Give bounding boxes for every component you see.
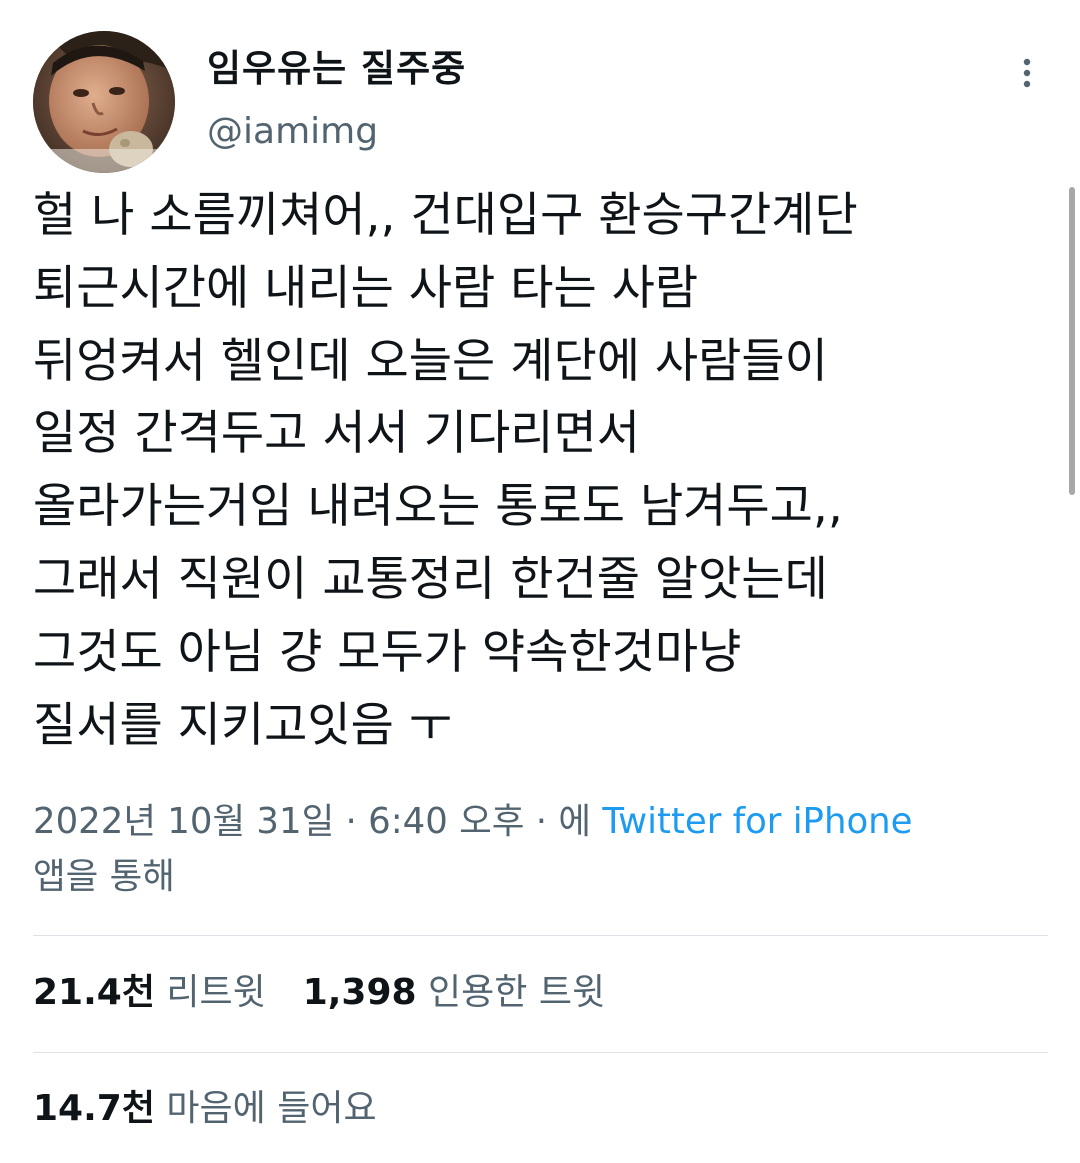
tweet-date[interactable]: 2022년 10월 31일	[33, 801, 334, 842]
scrollbar-thumb[interactable]	[1069, 187, 1075, 495]
likes-stats: 14.7천 마음에 들어요	[33, 1084, 377, 1134]
quotes-label: 인용한 트윗	[428, 972, 606, 1013]
tweet-text-line: 질서를 지키고잇음 ㅜ	[33, 697, 453, 753]
via-suffix: 앱을 통해	[33, 856, 175, 897]
meta-separator: ·	[535, 801, 548, 842]
tweet-text-line: 뒤엉켜서 헬인데 오늘은 계단에 사람들이	[33, 333, 828, 389]
more-options-button[interactable]	[1008, 54, 1048, 94]
retweets-label: 리트윗	[166, 972, 266, 1013]
likes-stat[interactable]: 14.7천 마음에 들어요	[33, 1088, 377, 1129]
tweet-text-line: 그래서 직원이 교통정리 한건줄 알앗는데	[33, 551, 828, 607]
retweets-count: 21.4천	[33, 972, 155, 1013]
via-prefix: 에	[558, 801, 592, 842]
tweet-text-line: 헐 나 소름끼쳐어,, 건대입구 환승구간계단	[33, 188, 858, 243]
avatar-image	[33, 31, 175, 173]
divider	[33, 935, 1048, 936]
tweet-metadata: 2022년 10월 31일 · 6:40 오후 · 에 Twitter for …	[33, 794, 1033, 904]
tweet-text-line: 올라가는거임 내려오는 통로도 남겨두고,,	[33, 479, 843, 535]
likes-label: 마음에 들어요	[166, 1088, 377, 1129]
display-name[interactable]: 임우유는 질주중	[207, 44, 466, 94]
more-vertical-icon	[1023, 58, 1031, 88]
source-link[interactable]: Twitter for iPhone	[602, 801, 912, 842]
divider	[33, 1052, 1048, 1053]
tweet-text-line: 일정 간격두고 서서 기다리면서	[33, 406, 640, 462]
likes-count: 14.7천	[33, 1088, 155, 1129]
tweet-time[interactable]: 6:40 오후	[368, 801, 524, 842]
quotes-stat[interactable]: 1,398 인용한 트윗	[303, 972, 605, 1013]
author-info[interactable]: 임우유는 질주중 @iamimg	[207, 44, 466, 154]
user-handle[interactable]: @iamimg	[207, 110, 466, 154]
quotes-count: 1,398	[302, 972, 417, 1013]
tweet-text-line: 퇴근시간에 내리는 사람 타는 사람	[33, 260, 699, 316]
tweet-text-line: 그것도 아님 걍 모두가 약속한것마냥	[33, 624, 742, 680]
tweet-text: 헐 나 소름끼쳐어,, 건대입구 환승구간계단 퇴근시간에 내리는 사람 타는 …	[33, 180, 1048, 762]
avatar[interactable]	[33, 31, 175, 173]
engagement-stats: 21.4천 리트윗 1,398 인용한 트윗	[33, 968, 605, 1018]
retweets-stat[interactable]: 21.4천 리트윗	[33, 972, 277, 1013]
tweet-detail: 임우유는 질주중 @iamimg 헐 나 소름끼쳐어,, 건대입구 환승구간계단…	[0, 0, 1080, 1163]
meta-separator: ·	[345, 801, 357, 842]
